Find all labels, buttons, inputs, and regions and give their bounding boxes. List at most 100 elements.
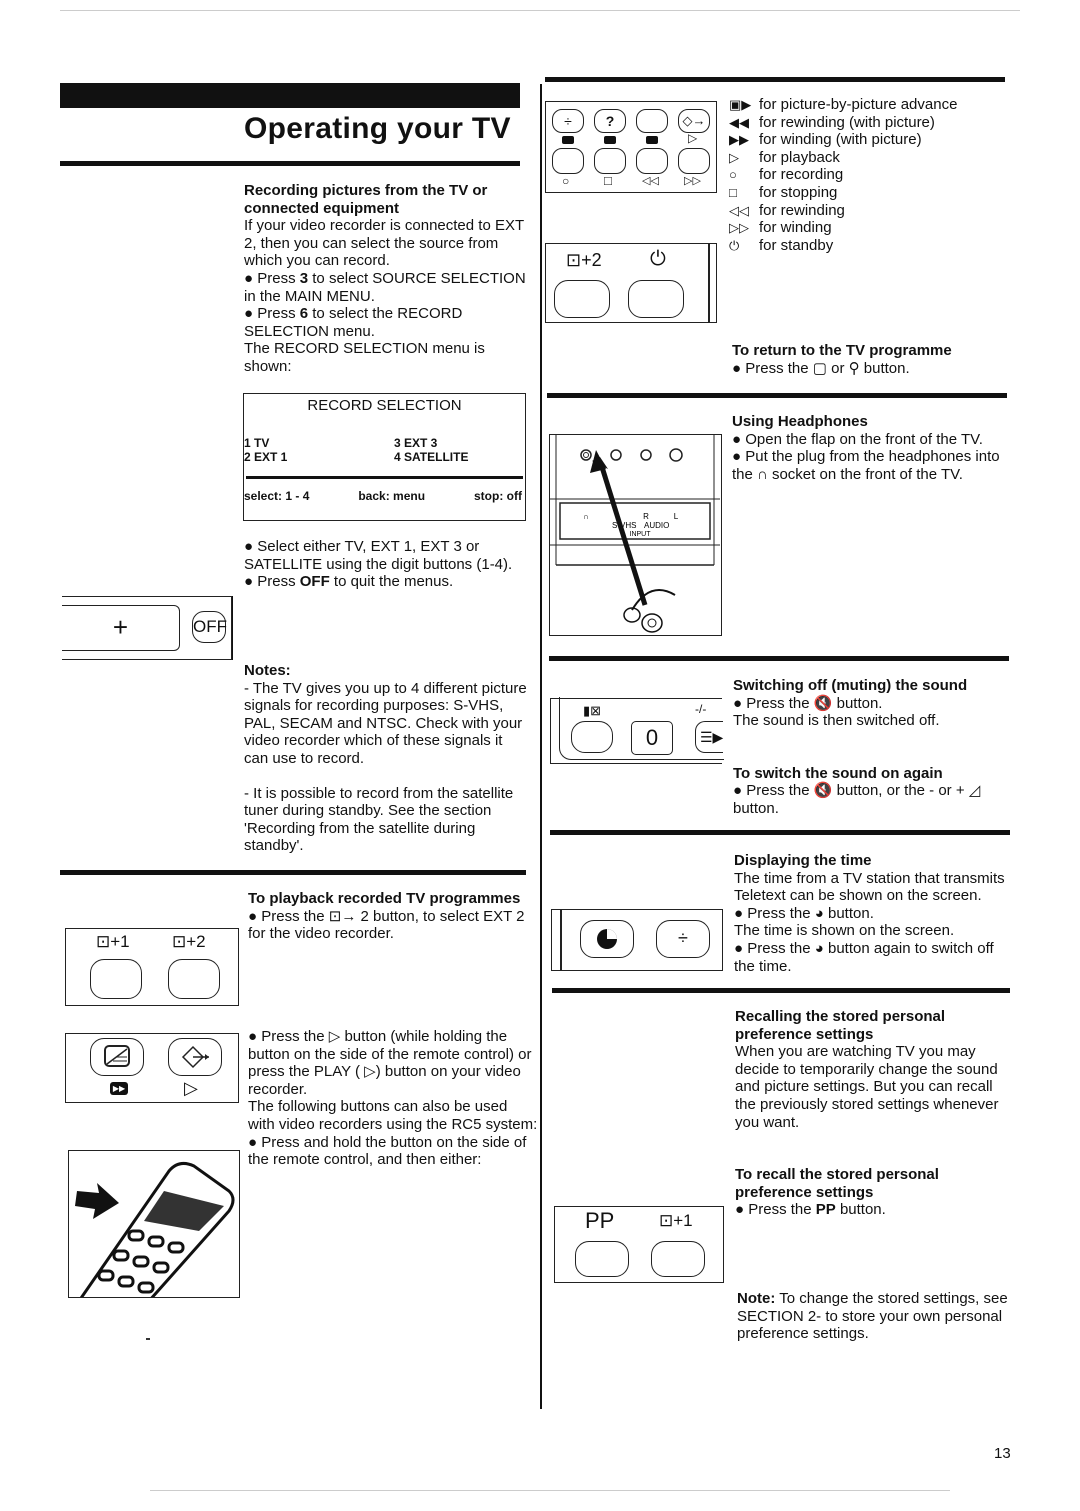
legend-row: ▷▷ for winding bbox=[729, 219, 832, 237]
playback-step-1: ● Press the ⊡→ 2 button, to select EXT 2… bbox=[248, 907, 525, 943]
digit-0-button[interactable]: 0 bbox=[631, 721, 673, 755]
svg-text:INPUT: INPUT bbox=[630, 531, 652, 538]
mute-icon: ▮⊠ bbox=[583, 703, 602, 718]
time-button[interactable] bbox=[580, 920, 634, 958]
rewind-symbol: ◁◁ bbox=[642, 175, 659, 187]
recording-step-1: ● Press 3 to select SOURCE SELECTION in … bbox=[244, 269, 526, 305]
right-top-rule bbox=[545, 77, 1005, 82]
record-menu-title: RECORD SELECTION bbox=[307, 397, 462, 414]
mute-result: The sound is then switched off. bbox=[733, 712, 940, 730]
record-button[interactable] bbox=[552, 148, 584, 174]
page-number: 13 bbox=[994, 1445, 1011, 1462]
digit-entry-label: -/- bbox=[695, 702, 707, 716]
pp-note: Note: To change the stored settings, see… bbox=[737, 1290, 1017, 1343]
footer-stop: stop: off bbox=[474, 489, 522, 503]
svg-text:AUDIO: AUDIO bbox=[644, 521, 669, 530]
time-result: The time is shown on the screen. bbox=[734, 922, 955, 940]
reveal-button[interactable]: ÷ bbox=[552, 109, 584, 133]
pp-button[interactable] bbox=[575, 1241, 629, 1277]
play-small-icon: ▷ bbox=[688, 131, 698, 145]
teletext-mix-button[interactable] bbox=[90, 1038, 144, 1076]
off-button[interactable]: OFF bbox=[192, 611, 227, 643]
wind-button[interactable] bbox=[678, 148, 710, 174]
ext2-standby-panel: ⊡+2 ⏻ bbox=[545, 243, 717, 323]
legend-row: ▶▶ for winding (with picture) bbox=[729, 131, 922, 149]
mute-button-panel: ▮⊠ -/- 0 ☰▶ bbox=[550, 697, 724, 764]
notes-heading: Notes: bbox=[244, 662, 291, 679]
teletext-exit-button[interactable] bbox=[168, 1038, 222, 1076]
playback-rc5: The following buttons can also be used w… bbox=[248, 1098, 538, 1133]
headphones-section: Using Headphones ● Open the flap on the … bbox=[732, 413, 1012, 483]
playback-step-2: ● Press the ▷ button (while holding the … bbox=[248, 1028, 532, 1098]
recording-after-1: ● Select either TV, EXT 1, EXT 3 or SATE… bbox=[244, 538, 513, 573]
rewind-picture-small-icon bbox=[604, 136, 616, 144]
time-panel-edge bbox=[560, 910, 562, 970]
footer-back: back: menu bbox=[358, 489, 426, 503]
mute-heading: Switching off (muting) the sound bbox=[733, 677, 968, 694]
reveal-button-right[interactable]: ÷ bbox=[656, 920, 710, 958]
exit-button[interactable]: ◇→ bbox=[678, 109, 710, 133]
headphones-step-2: ● Put the plug from the headphones into … bbox=[732, 448, 1000, 483]
recording-intro: If your video recorder is connected to E… bbox=[244, 217, 524, 270]
page-title: Operating your TV bbox=[244, 112, 511, 145]
record-selection-menu: RECORD SELECTION 1 TV 2 EXT 1 3 EXT 3 4 … bbox=[243, 393, 526, 521]
record-option-ext3[interactable]: 3 EXT 3 bbox=[394, 436, 468, 450]
clock-icon bbox=[597, 929, 617, 949]
rewind-button[interactable] bbox=[636, 148, 668, 174]
legend-row: ▷ for playback bbox=[729, 148, 840, 166]
record-menu-options-left: 1 TV 2 EXT 1 bbox=[244, 436, 287, 464]
ext2-button-right[interactable] bbox=[554, 280, 610, 318]
record-symbol: ○ bbox=[562, 174, 570, 188]
record-menu-divider bbox=[246, 476, 523, 479]
mute-divider bbox=[549, 656, 1009, 661]
mute-section: Switching off (muting) the sound ● Press… bbox=[733, 677, 1013, 818]
legend-row: □ for stopping bbox=[729, 183, 838, 201]
play-wind-panel: ▶▶ ▷ bbox=[65, 1033, 239, 1103]
ext2-button[interactable] bbox=[168, 959, 220, 999]
pp-note-label: Note: bbox=[737, 1290, 776, 1307]
vcr-buttons-panel: ÷ ? ◇→ ▷ ○ □ ◁◁ ▷▷ bbox=[545, 101, 717, 193]
ext1-button[interactable] bbox=[90, 959, 142, 999]
record-icon: ○ bbox=[729, 167, 737, 183]
record-option-satellite[interactable]: 4 SATELLITE bbox=[394, 450, 468, 464]
unmute-heading: To switch the sound on again bbox=[733, 764, 943, 782]
ext1-button-pp[interactable] bbox=[651, 1241, 705, 1277]
pp-heading-2: To recall the stored personal preference… bbox=[735, 1166, 939, 1201]
return-tv-step: ● Press the ▢ or ⚲ button. bbox=[732, 359, 910, 377]
vcr-legend: ▣▶ for picture-by-picture advance ◀◀ for r… bbox=[729, 96, 1009, 254]
svg-text:R: R bbox=[643, 512, 649, 521]
legend-row: ⏻ for standby bbox=[729, 236, 834, 254]
pp-heading: Recalling the stored personal preference… bbox=[735, 1008, 946, 1043]
stop-button[interactable] bbox=[594, 148, 626, 174]
record-option-tv[interactable]: 1 TV bbox=[244, 436, 287, 450]
press-arrow-icon bbox=[75, 1183, 119, 1219]
time-step-1: ● Press the ◕ button. bbox=[734, 904, 874, 922]
help-button[interactable]: ? bbox=[594, 109, 626, 133]
headphones-step-1: ● Open the flap on the front of the TV. bbox=[732, 430, 983, 448]
playback-more: ● Press the ▷ button (while holding the … bbox=[248, 1028, 538, 1169]
standby-icon: ⏻ bbox=[650, 248, 666, 270]
digit-entry-button[interactable]: ☰▶ bbox=[695, 721, 723, 753]
headphones-heading: Using Headphones bbox=[732, 413, 868, 430]
mix-button[interactable] bbox=[636, 109, 668, 133]
recording-step-2: ● Press 6 to select the RECORD SELECTION… bbox=[244, 305, 463, 340]
legend-row: ◁◁ for rewinding bbox=[729, 201, 845, 219]
svg-text:∩: ∩ bbox=[583, 512, 589, 521]
plus-button[interactable]: + bbox=[62, 605, 180, 651]
wind-picture-icon: ▶▶ bbox=[729, 132, 749, 148]
return-tv-heading: To return to the TV programme bbox=[732, 342, 952, 359]
mute-button[interactable] bbox=[571, 721, 613, 753]
wind-picture-small-icon bbox=[646, 136, 658, 144]
record-option-ext1[interactable]: 2 EXT 1 bbox=[244, 450, 287, 464]
wind-with-picture-icon: ▶▶ bbox=[110, 1082, 128, 1095]
pp-step: ● Press the PP button. bbox=[735, 1201, 886, 1219]
scan-artifact-top bbox=[60, 10, 1020, 11]
ext2-label: ⊡+2 bbox=[172, 932, 206, 951]
title-underline bbox=[60, 161, 520, 166]
pbp-advance-small-icon bbox=[562, 136, 574, 144]
standby-button[interactable] bbox=[628, 280, 684, 318]
return-tv-section: To return to the TV programme ● Press th… bbox=[732, 342, 1012, 377]
teletext-exit-icon bbox=[181, 1045, 209, 1069]
column-divider bbox=[540, 84, 542, 1409]
play-icon: ▷ bbox=[184, 1078, 198, 1098]
